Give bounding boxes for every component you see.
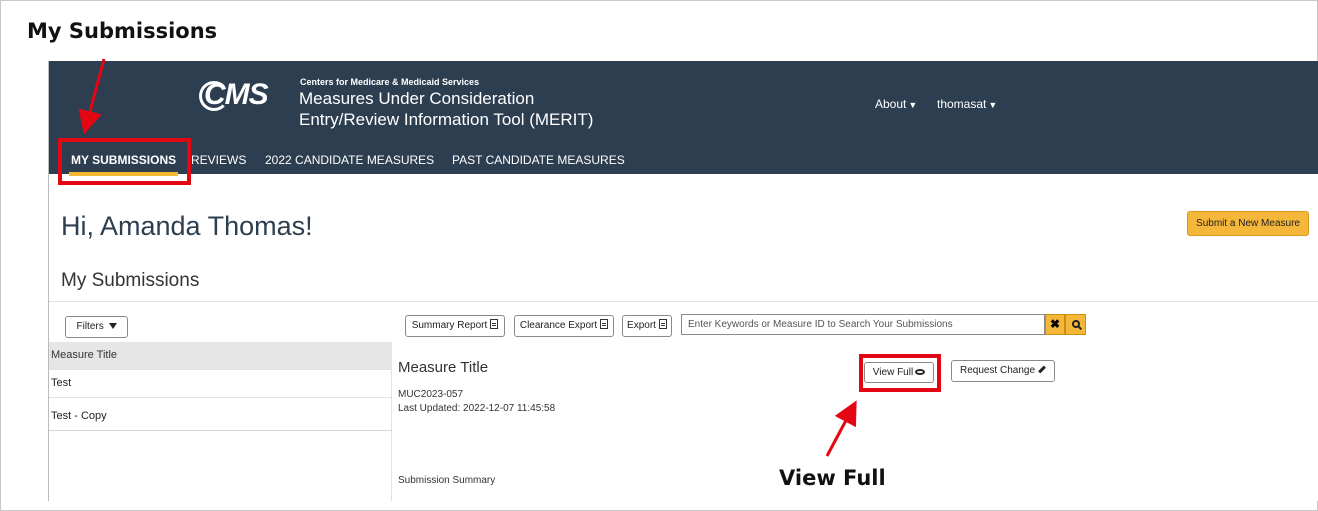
search-icon — [1071, 320, 1080, 328]
filter-icon — [108, 323, 117, 329]
view-full-label: View Full — [872, 367, 914, 378]
cms-logo[interactable]: CMS — [204, 78, 269, 112]
clear-icon: ✖ — [1049, 317, 1061, 331]
divider — [49, 301, 1318, 302]
export-label: Export — [627, 320, 656, 331]
export-button[interactable]: Export — [622, 315, 672, 337]
tab-my-submissions[interactable]: MY SUBMISSIONS — [68, 153, 179, 176]
submissions-list: Measure Title Test Test - Copy — [49, 342, 392, 501]
pencil-icon — [1038, 365, 1046, 374]
request-change-label: Request Change — [959, 365, 1036, 376]
user-menu-label: thomasat — [937, 97, 987, 111]
clearance-export-button[interactable]: Clearance Export — [514, 315, 614, 337]
list-header: Measure Title — [49, 342, 392, 370]
site-header: CMS Centers for Medicare & Medicaid Serv… — [49, 61, 1318, 176]
measure-id: MUC2023-057 — [398, 389, 464, 400]
summary-report-button[interactable]: Summary Report — [405, 315, 505, 337]
document-icon — [600, 319, 609, 329]
about-menu[interactable]: About ▼ — [875, 97, 917, 111]
filters-label: Filters — [76, 321, 104, 332]
clear-search-button[interactable]: ✖ — [1045, 314, 1065, 335]
list-item[interactable]: Test — [49, 370, 392, 398]
detail-title: Measure Title — [398, 359, 489, 376]
eye-icon — [915, 369, 926, 375]
caret-down-icon: ▼ — [908, 100, 918, 110]
request-change-button[interactable]: Request Change — [951, 360, 1055, 382]
search-input[interactable]: Enter Keywords or Measure ID to Search Y… — [681, 314, 1045, 335]
tool-name-line1: Measures Under Consideration — [299, 89, 535, 108]
annotation-view-full-callout: View Full — [779, 466, 886, 490]
page-greeting: Hi, Amanda Thomas! — [61, 211, 313, 241]
caret-down-icon: ▼ — [988, 100, 998, 110]
submit-new-measure-button[interactable]: Submit a New Measure — [1187, 211, 1309, 236]
list-item[interactable]: Test - Copy — [49, 403, 392, 431]
tool-name-line2: Entry/Review Information Tool (MERIT) — [299, 110, 594, 129]
search-button[interactable] — [1065, 314, 1086, 335]
view-full-button[interactable]: View Full — [864, 362, 934, 383]
document-icon — [658, 319, 667, 329]
last-updated: Last Updated: 2022-12-07 11:45:58 — [398, 403, 556, 414]
filters-button[interactable]: Filters — [65, 316, 128, 338]
annotated-screenshot-frame: My Submissions CMS Centers for Medicare … — [0, 0, 1318, 511]
tab-past-candidate-measures[interactable]: PAST CANDIDATE MEASURES — [452, 153, 625, 167]
main-nav: MY SUBMISSIONS REVIEWS 2022 CANDIDATE ME… — [49, 147, 1318, 176]
submission-summary-label: Submission Summary — [398, 475, 496, 486]
section-title: My Submissions — [61, 270, 200, 291]
document-icon — [490, 319, 499, 329]
summary-report-label: Summary Report — [411, 320, 488, 331]
user-menu[interactable]: thomasat ▼ — [937, 97, 997, 111]
org-name: Centers for Medicare & Medicaid Services — [300, 77, 480, 87]
tab-reviews[interactable]: REVIEWS — [191, 153, 246, 167]
annotation-title: My Submissions — [27, 19, 218, 43]
about-menu-label: About — [875, 97, 907, 111]
tab-2022-candidate-measures[interactable]: 2022 CANDIDATE MEASURES — [265, 153, 434, 167]
clearance-export-label: Clearance Export — [519, 320, 598, 331]
app-screenshot: CMS Centers for Medicare & Medicaid Serv… — [48, 61, 1318, 501]
